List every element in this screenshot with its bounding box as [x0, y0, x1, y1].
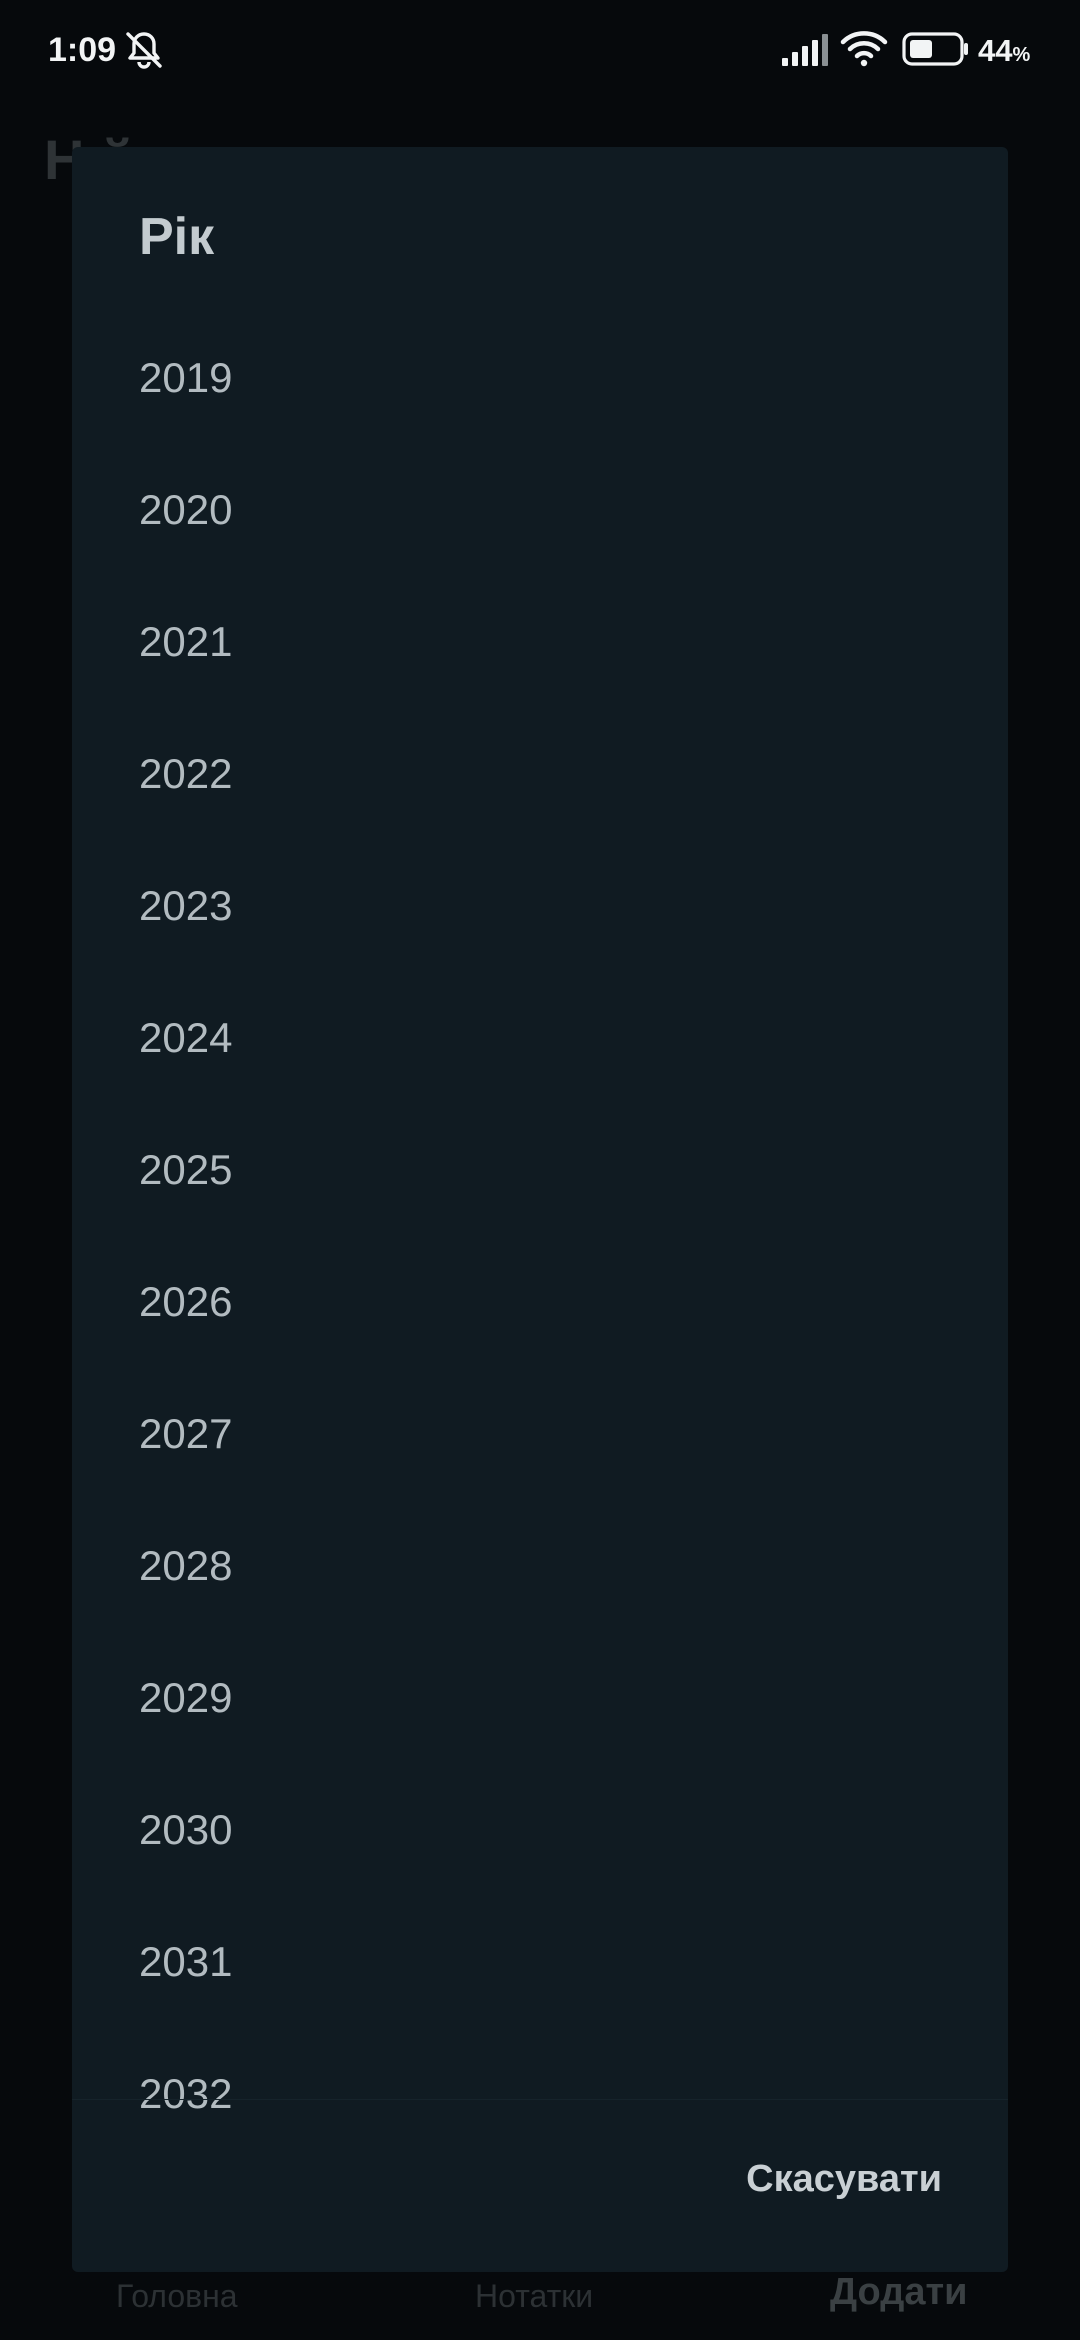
year-option[interactable]: 2023 — [72, 840, 1008, 972]
battery-icon — [902, 32, 968, 66]
year-option[interactable]: 2027 — [72, 1368, 1008, 1500]
nav-add[interactable]: Додати — [830, 2272, 967, 2312]
signal-icon — [782, 34, 828, 66]
status-bar: 1:09 44% — [0, 0, 1080, 100]
year-option[interactable]: 2025 — [72, 1104, 1008, 1236]
year-option[interactable]: 2026 — [72, 1236, 1008, 1368]
year-option[interactable]: 2020 — [72, 444, 1008, 576]
year-option[interactable]: 2022 — [72, 708, 1008, 840]
year-option[interactable]: 2029 — [72, 1632, 1008, 1764]
year-list-content: 2019 2020 2021 2022 2023 2024 2025 2026 2027 2028… — [72, 312, 1008, 2260]
year-list[interactable]: 2019 2020 2021 2022 2023 2024 2025 2026 2027 2028… — [72, 312, 1008, 2260]
year-option[interactable]: 2021 — [72, 576, 1008, 708]
wifi-icon — [840, 31, 888, 67]
status-time: 1:09 — [48, 31, 117, 69]
battery-percentage: 44% — [978, 33, 1031, 68]
year-picker-dialog: Рік 2019 2020 2021 2022 2023 2024 2025 2026 2027… — [72, 147, 1008, 2272]
year-option[interactable]: 2031 — [72, 1896, 1008, 2028]
nav-home[interactable]: Головна — [116, 2276, 238, 2316]
year-option[interactable]: 2019 — [72, 312, 1008, 444]
year-option[interactable]: 2030 — [72, 1764, 1008, 1896]
dialog-divider — [72, 2099, 1008, 2100]
year-option[interactable]: 2028 — [72, 1500, 1008, 1632]
cancel-button[interactable]: Скасувати — [746, 2155, 942, 2203]
dialog-title: Рік — [139, 208, 215, 266]
year-option[interactable]: 2024 — [72, 972, 1008, 1104]
year-option[interactable]: 2032 — [72, 2028, 1008, 2160]
bell-muted-icon — [126, 32, 162, 69]
nav-notes[interactable]: Нотатки — [475, 2276, 593, 2316]
